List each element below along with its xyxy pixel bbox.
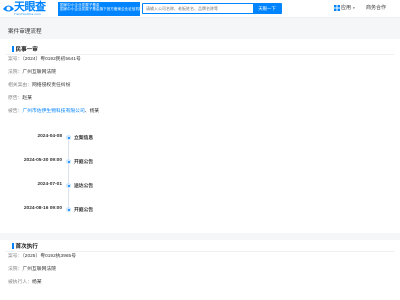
stage-title: 首次执行 — [12, 242, 38, 250]
divider — [6, 251, 394, 252]
logo[interactable]: 天眼查 TianYanCha.com — [2, 1, 57, 17]
apps-grid-icon — [334, 4, 340, 11]
search-button[interactable]: 天眼一下 — [253, 4, 281, 13]
timeline-event: 开庭公告 — [74, 208, 94, 213]
timeline-item[interactable]: 2024-07-01 送达公告 — [0, 179, 400, 191]
stage-title: 民事一审 — [12, 45, 38, 53]
stage-card-first-instance: 民事一审 案号：（2024）粤0192民初5641号 法院：广州互联网法院 相关… — [0, 39, 400, 240]
defendant-row: 被告：广州市佐伊生物科技有限公司、杨某 — [8, 109, 99, 115]
timeline-item[interactable]: 2024-08-16 09:00 开庭公告 — [0, 203, 400, 215]
court-row: 法院：广州互联网法院 — [8, 267, 56, 273]
court-label: 法院： — [8, 267, 23, 272]
stage-card-first-execution: 首次执行 案号：（2025）粤0192执3965号 法院：广州互联网法院 被执行… — [0, 233, 400, 300]
timeline-item[interactable]: 2024-05-30 09:00 开庭公告 — [0, 155, 400, 167]
timeline-dot-icon — [66, 183, 71, 188]
timeline-event: 开庭公告 — [74, 160, 94, 165]
case-number: （2024）粤0192民初5641号 — [22, 57, 81, 62]
search-input[interactable] — [146, 4, 242, 13]
defendant-label: 被告： — [8, 109, 23, 114]
case-number-label: 案号： — [8, 254, 23, 259]
court: 广州互联网法院 — [22, 70, 56, 75]
timeline-date: 2024-04-08 — [37, 134, 62, 139]
promo-banner[interactable]: 国家中小企业发展子基金 国家中小企业发展子基金旗下官方备案企业征信机构 — [58, 2, 140, 16]
plaintiff-row: 原告：赵某 — [8, 96, 32, 102]
top-header: 天眼查 TianYanCha.com 国家中小企业发展子基金 国家中小企业发展子… — [0, 0, 400, 18]
case-number-label: 案号： — [8, 57, 23, 62]
plaintiff: 赵某 — [22, 96, 33, 101]
cause: 网络侵权责任纠纷 — [32, 83, 71, 88]
banner-line-2: 国家中小企业发展子基金旗下官方备案企业征信机构 — [60, 7, 140, 12]
case-number: （2025）粤0192执3965号 — [22, 254, 77, 259]
case-number-row: 案号：（2025）粤0192执3965号 — [8, 254, 76, 260]
timeline-dot-icon — [66, 159, 71, 164]
timeline-date: 2024-07-01 — [37, 182, 62, 187]
section-title: 案件审理流程 — [8, 29, 42, 35]
search-box: 天眼一下 — [142, 3, 282, 14]
title-accent-bar — [12, 45, 14, 52]
nav-business[interactable]: 商务合作 — [366, 3, 386, 14]
timeline-event: 立案信息 — [74, 136, 94, 141]
chevron-down-icon: ▼ — [352, 6, 356, 10]
cause-label: 相关案由： — [8, 83, 32, 88]
court-label: 法院： — [8, 70, 23, 75]
timeline-date: 2024-05-30 09:00 — [23, 158, 62, 163]
defendant-other: 、杨某 — [84, 109, 100, 114]
timeline-date: 2024-08-16 09:00 — [23, 206, 62, 211]
case-number-row: 案号：（2024）粤0192民初5641号 — [8, 57, 81, 63]
timeline-event: 送达公告 — [74, 184, 94, 189]
court: 广州互联网法院 — [22, 267, 56, 272]
timeline-dot-icon — [66, 207, 71, 212]
executed-label: 被执行人： — [8, 280, 32, 285]
stage-title-text: 首次执行 — [15, 244, 38, 250]
plaintiff-label: 原告： — [8, 96, 23, 101]
timeline-item[interactable]: 2024-04-08 立案信息 — [0, 131, 400, 143]
nav-apps-label: 应用 — [341, 5, 352, 11]
nav-apps[interactable]: 应用 ▼ — [334, 3, 355, 14]
stage-title-text: 民事一审 — [15, 47, 38, 53]
page-content: 案件审理流程 民事一审 案号：（2024）粤0192民初5641号 法院：广州互… — [0, 18, 400, 300]
court-row: 法院：广州互联网法院 — [8, 70, 56, 76]
executed-person: 杨某 — [32, 280, 42, 285]
timeline-dot-icon — [66, 135, 71, 140]
logo-subtext: TianYanCha.com — [14, 12, 42, 16]
cause-row: 相关案由：网络侵权责任纠纷 — [8, 83, 70, 89]
divider — [6, 54, 394, 55]
executed-row: 被执行人：杨某 — [8, 280, 42, 286]
defendant-company-link[interactable]: 广州市佐伊生物科技有限公司 — [22, 109, 84, 114]
title-accent-bar — [12, 242, 14, 249]
